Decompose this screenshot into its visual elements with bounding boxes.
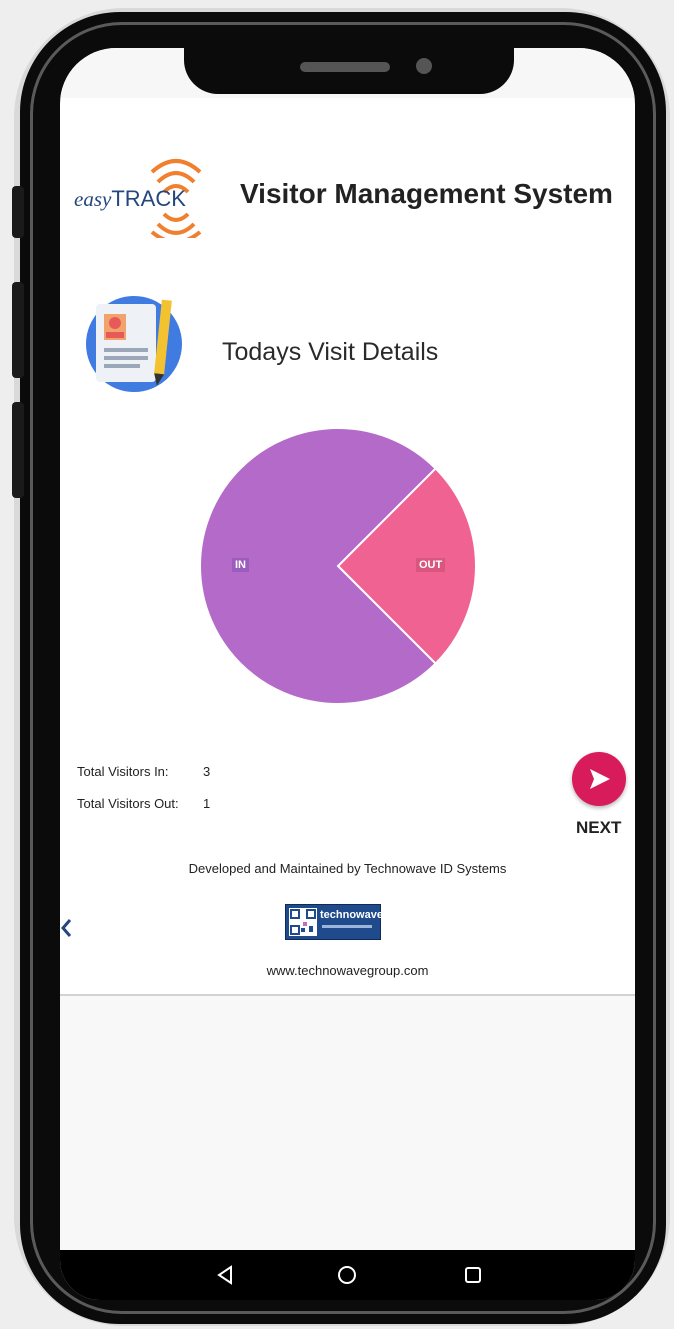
visitor-document-icon	[86, 296, 182, 392]
empty-area	[60, 996, 635, 1250]
home-circle-icon[interactable]	[334, 1262, 360, 1288]
system-navigation-bar	[60, 1250, 635, 1300]
speaker	[300, 62, 390, 72]
pie-label-out: OUT	[416, 558, 446, 572]
volume-down-button	[12, 402, 24, 498]
app-logo: easyTRACK	[74, 152, 214, 238]
next-button[interactable]	[572, 752, 626, 806]
logo-prefix: easy	[74, 187, 112, 211]
send-arrow-icon	[590, 769, 610, 789]
chevron-left-icon[interactable]	[60, 914, 74, 942]
technowave-logo[interactable]: technowave	[285, 904, 383, 940]
recents-square-icon[interactable]	[460, 1262, 486, 1288]
back-triangle-icon[interactable]	[212, 1262, 238, 1288]
next-label[interactable]: NEXT	[576, 818, 621, 838]
logo-main: TRACK	[111, 186, 186, 211]
developer-credit: Developed and Maintained by Technowave I…	[188, 861, 507, 876]
volume-up-button	[12, 282, 24, 378]
stat-label-in: Total Visitors In:	[77, 764, 169, 779]
phone-screen: easyTRACK Visitor Management System Toda…	[60, 48, 635, 1300]
stat-value-out: 1	[203, 796, 211, 811]
mute-switch	[12, 186, 24, 238]
app-title: Visitor Management System	[240, 178, 613, 209]
qr-code-icon	[289, 908, 317, 936]
section-title: Todays Visit Details	[222, 338, 439, 366]
logo-wordmark: easyTRACK	[74, 186, 186, 212]
stat-label-out: Total Visitors Out:	[77, 796, 179, 811]
notch	[184, 48, 514, 94]
website-link[interactable]: www.technowavegroup.com	[60, 963, 635, 978]
stat-value-in: 3	[203, 764, 211, 779]
technowave-tagline	[322, 925, 372, 928]
technowave-wordmark: technowave	[320, 909, 383, 921]
front-camera	[416, 58, 432, 74]
pie-label-in: IN	[232, 558, 249, 572]
